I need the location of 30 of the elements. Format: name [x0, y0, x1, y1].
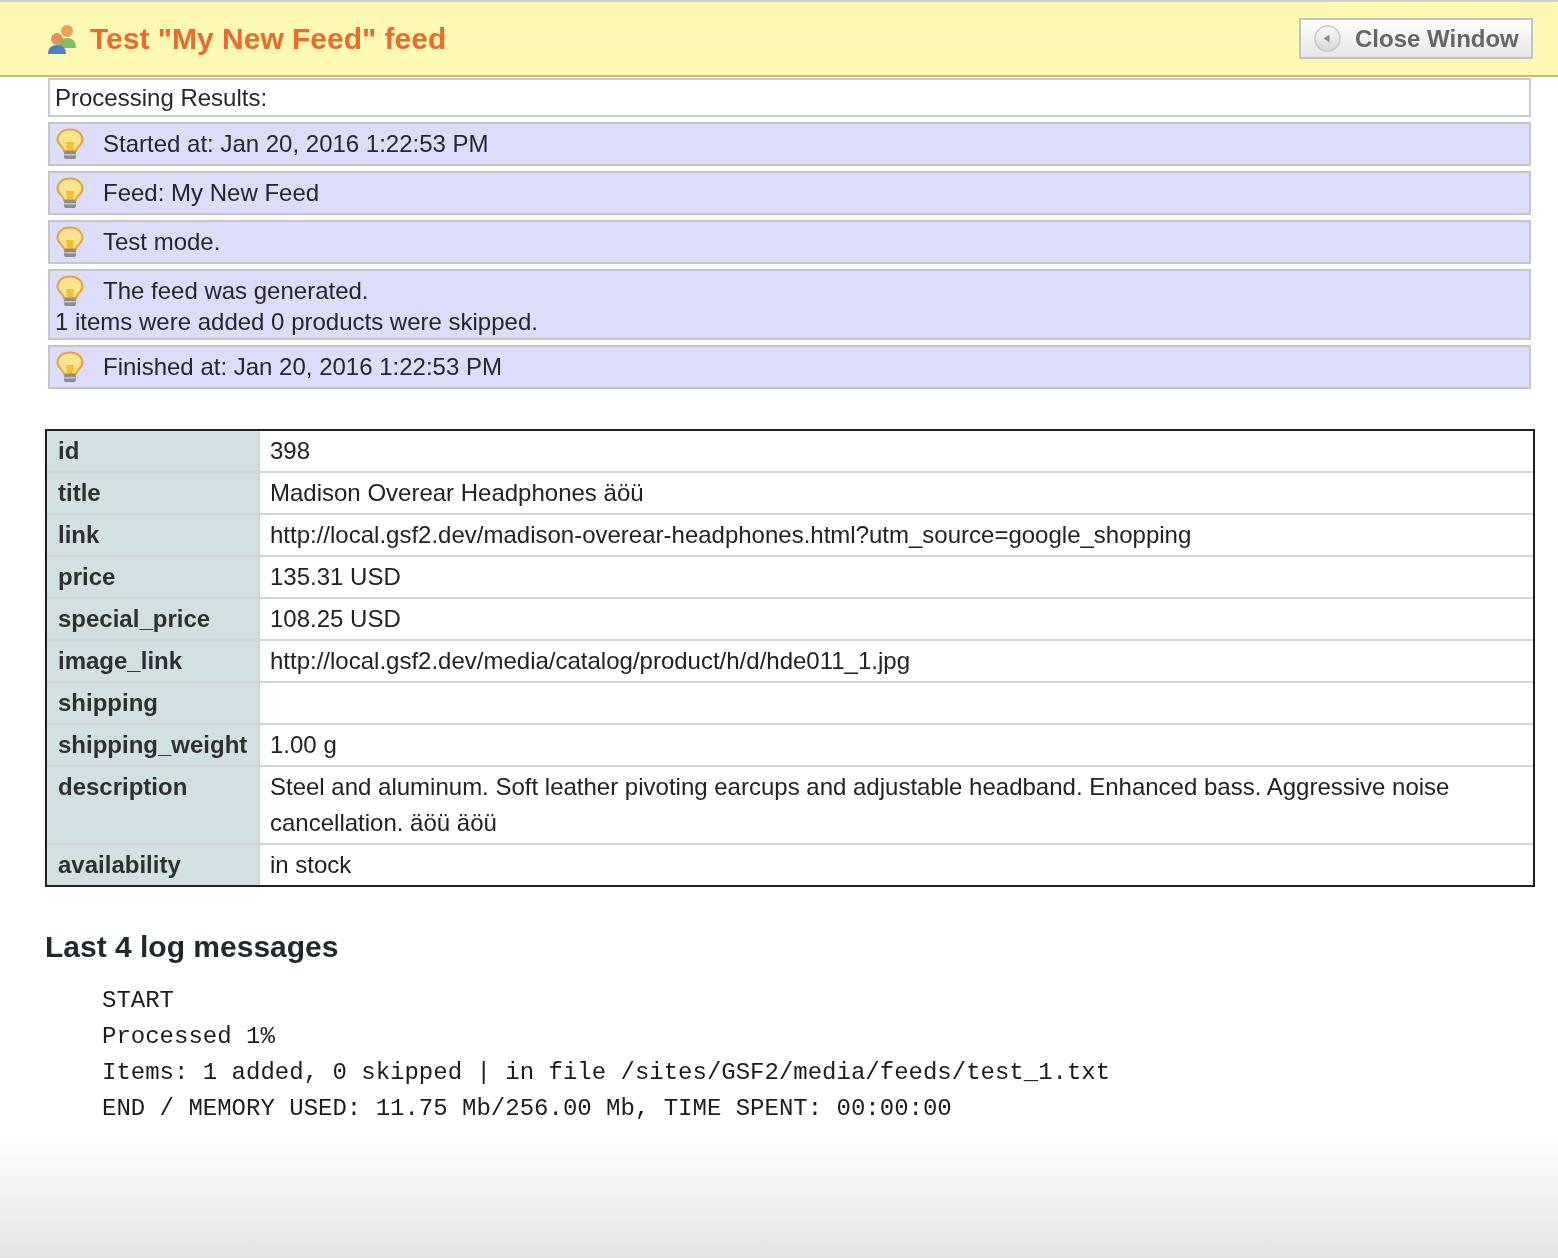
field-label-cell: shipping_weight — [47, 725, 260, 767]
field-label-cell: special_price — [47, 599, 260, 641]
log-line: START — [102, 986, 175, 1016]
lightbulb-icon — [55, 275, 85, 307]
field-label-cell: title — [47, 473, 260, 515]
field-label-cell: shipping — [47, 683, 260, 725]
log-line: Items: 1 added, 0 skipped | in file /sites/GSF2/media/feeds/test_1.txt — [102, 1058, 1112, 1088]
message-text: 1 items were added 0 products were skipped. — [55, 308, 539, 335]
log-heading: Last 4 log messages — [45, 930, 340, 964]
lightbulb-icon — [55, 128, 85, 160]
processing-results-heading: Processing Results: — [48, 78, 1531, 117]
message-text: Finished at: Jan 20, 2016 1:22:53 PM — [103, 353, 502, 381]
field-label-cell: link — [47, 515, 260, 557]
message-text: Test mode. — [103, 228, 221, 256]
field-label-cell: price — [47, 557, 260, 599]
field-label-cell: availability — [47, 845, 260, 885]
users-icon — [46, 22, 78, 55]
lightbulb-icon — [55, 177, 85, 209]
field-label-cell: id — [47, 431, 260, 473]
log-line: END / MEMORY USED: 11.75 Mb/256.00 Mb, TIME SPENT: 00:00:00 — [102, 1094, 953, 1124]
field-label-cell: image_link — [47, 641, 260, 683]
close-window-button[interactable]: Close Window — [1299, 18, 1533, 59]
field-label-cell: description — [47, 767, 260, 845]
page-title: Test "My New Feed" feed — [90, 20, 447, 57]
lightbulb-icon — [55, 226, 85, 258]
message-text: The feed was generated. — [103, 277, 369, 305]
message-text: Feed: My New Feed — [103, 179, 320, 207]
message-text: Started at: Jan 20, 2016 1:22:53 PM — [103, 130, 489, 158]
lightbulb-icon — [55, 351, 85, 383]
log-line: Processed 1% — [102, 1022, 276, 1052]
